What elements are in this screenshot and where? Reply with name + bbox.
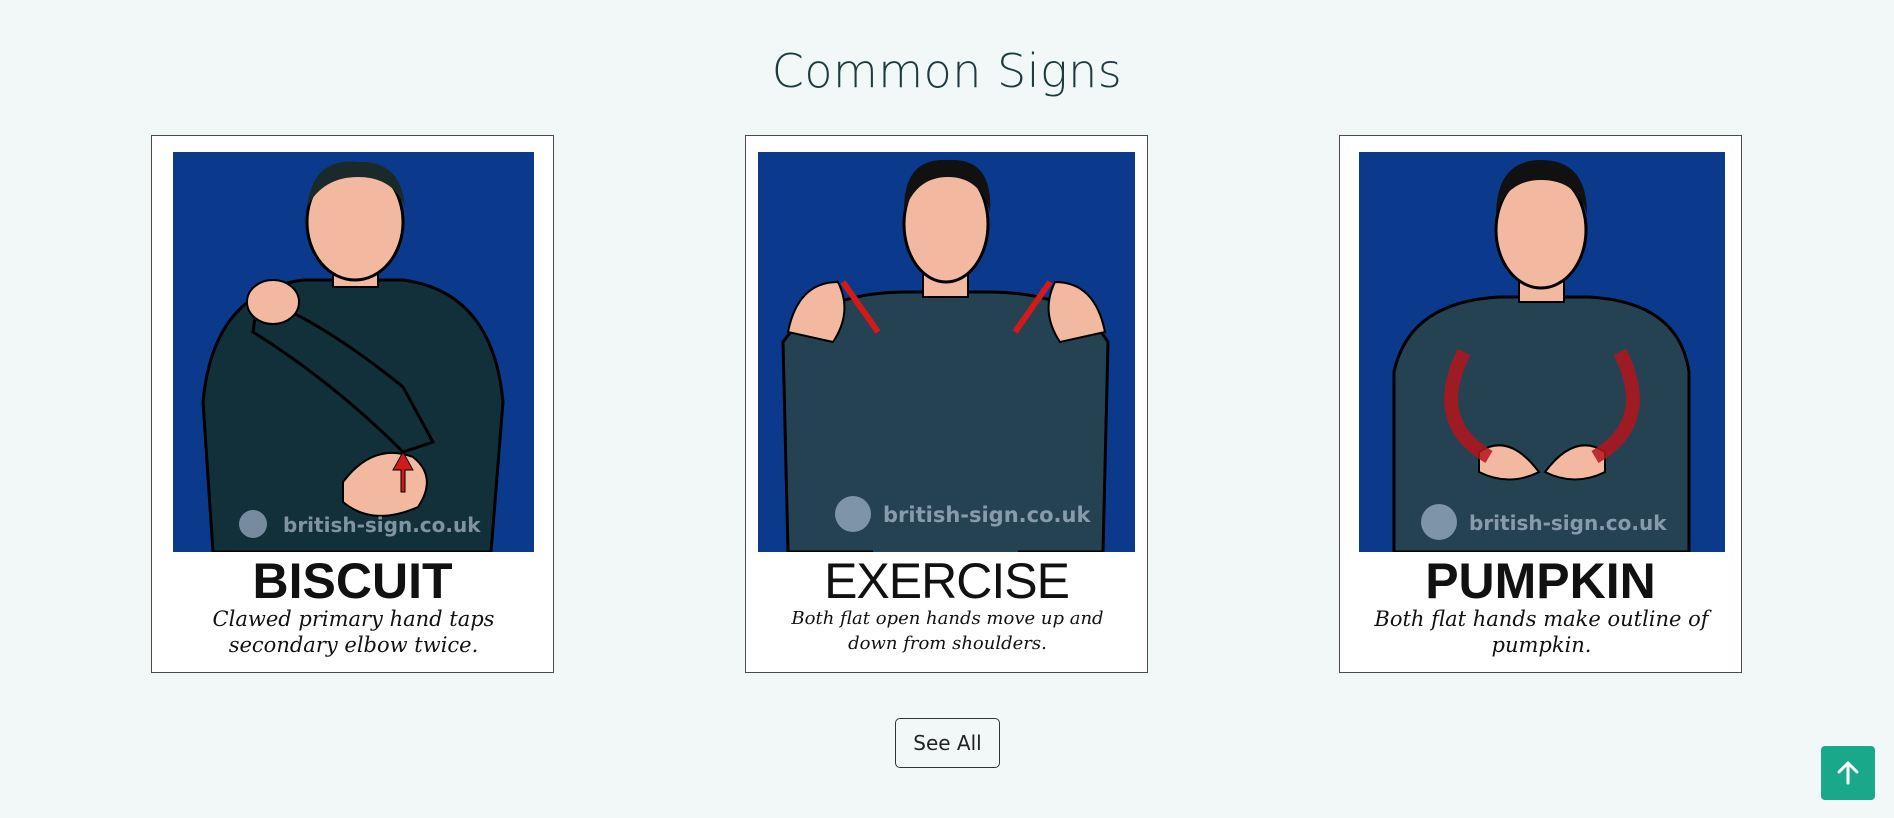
sign-card-exercise[interactable]: british-sign.co.uk EXERCISE Both flat op… <box>745 135 1148 673</box>
signer-illustration-exercise: british-sign.co.uk <box>758 152 1135 552</box>
sign-description: Both flat hands make outline of pumpkin. <box>1374 607 1709 657</box>
watermark-text: british-sign.co.uk <box>283 513 481 537</box>
watermark-text: british-sign.co.uk <box>883 503 1091 527</box>
signer-illustration-pumpkin: british-sign.co.uk <box>1359 152 1725 552</box>
section-title: Common Signs <box>771 44 1123 98</box>
signer-illustration-biscuit: british-sign.co.uk <box>173 152 534 552</box>
sign-card-pumpkin[interactable]: british-sign.co.uk PUMPKIN Both flat han… <box>1339 135 1742 673</box>
sign-description: Clawed primary hand taps secondary elbow… <box>212 607 495 657</box>
page: Common Signs british-sign.co.uk BISCUIT … <box>0 0 1894 818</box>
sign-illustration: british-sign.co.uk <box>173 152 534 552</box>
sign-word: BISCUIT <box>252 553 453 609</box>
sign-description: Both flat open hands move up and down fr… <box>791 608 1104 654</box>
back-to-top-button[interactable] <box>1821 746 1875 800</box>
sign-illustration: british-sign.co.uk <box>758 152 1135 552</box>
see-all-button[interactable]: See All <box>895 718 1000 768</box>
sign-word: PUMPKIN <box>1425 553 1656 609</box>
arrow-up-icon <box>1837 761 1859 785</box>
sign-card-biscuit[interactable]: british-sign.co.uk BISCUIT Clawed primar… <box>151 135 554 673</box>
watermark-text: british-sign.co.uk <box>1469 511 1667 535</box>
sign-illustration: british-sign.co.uk <box>1359 152 1725 552</box>
sign-word: EXERCISE <box>824 553 1070 609</box>
